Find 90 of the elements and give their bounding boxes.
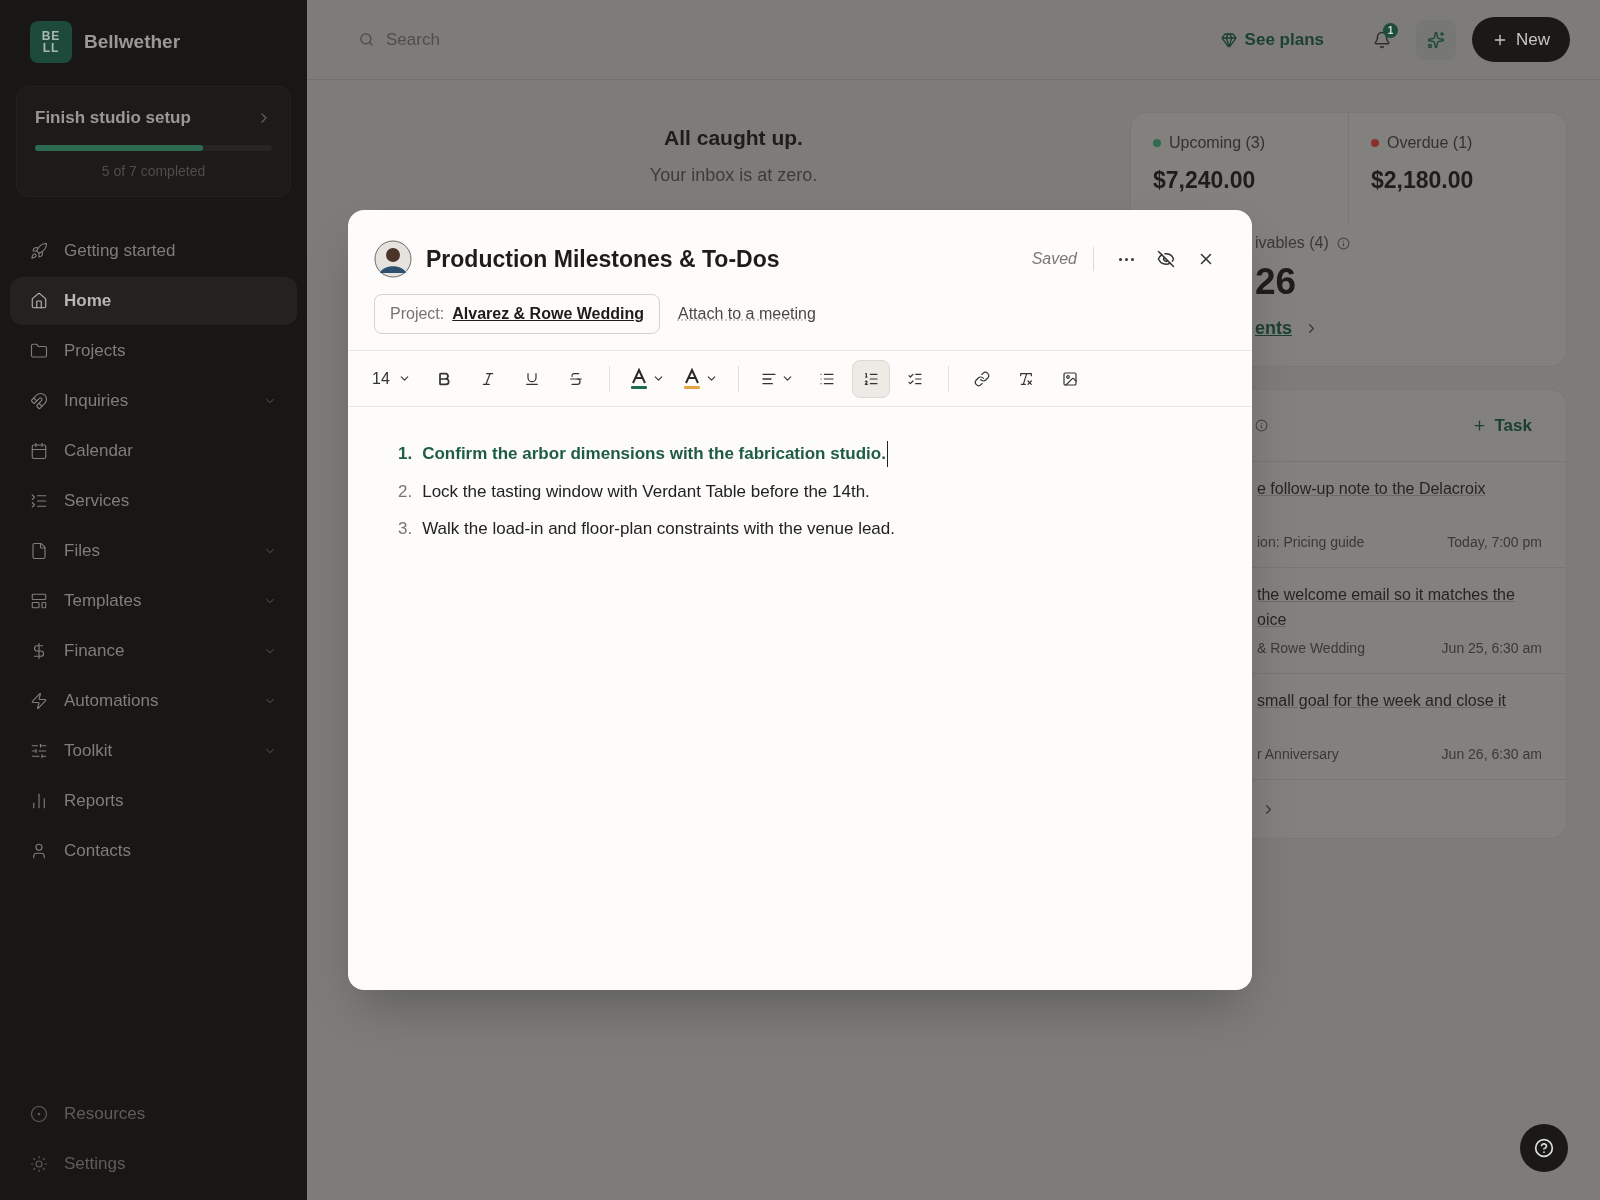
eye-off-icon [1157, 250, 1175, 268]
sparkles-icon [1427, 30, 1445, 49]
nav-item[interactable]: Templates [10, 576, 297, 625]
nav-icon [30, 441, 48, 460]
text-color-icon [629, 367, 648, 390]
nav-item[interactable]: Files [10, 526, 297, 575]
nav-item[interactable]: Projects [10, 326, 297, 375]
stat-label: Upcoming (3) [1169, 133, 1266, 153]
info-icon [1336, 236, 1350, 250]
add-task-button[interactable]: Task [1471, 412, 1532, 439]
task-title: small goal for the week and close it [1257, 691, 1507, 711]
task-title: e follow-up note to the Delacroix [1257, 479, 1487, 499]
text-color-icon [682, 367, 701, 390]
strike-icon [567, 370, 584, 387]
task-title: the welcome email so it matches the [1257, 585, 1516, 605]
nav-icon [30, 1105, 48, 1123]
nav-item[interactable]: Getting started [10, 226, 297, 275]
stat-amount: $7,240.00 [1153, 166, 1257, 195]
receivables-label: ivables (4) [1255, 233, 1329, 253]
stat-amount: $2,180.00 [1371, 166, 1475, 195]
project-label: Project: [390, 304, 445, 324]
nav-item[interactable]: Toolkit [10, 726, 297, 775]
nav-icon [30, 741, 48, 760]
plus-icon [1471, 418, 1487, 433]
list-number: 2. [398, 480, 413, 503]
project-link[interactable]: Alvarez & Rowe Wedding [452, 302, 644, 326]
nav-item[interactable]: Settings [10, 1140, 297, 1188]
link-icon [973, 370, 990, 387]
nav-item[interactable]: Calendar [10, 426, 297, 475]
clear-icon [1017, 370, 1034, 387]
nav-item[interactable]: Reports [10, 776, 297, 825]
attach-meeting-link[interactable]: Attach to a meeting [678, 302, 816, 326]
list-number: 1. [398, 443, 413, 465]
see-plans-link[interactable]: See plans [1220, 26, 1324, 53]
nav-icon [30, 491, 48, 510]
gem-icon [1220, 31, 1237, 48]
nav-icon [30, 541, 48, 560]
logo: BELL [30, 21, 72, 63]
task-due: Jun 26, 6:30 am [1441, 745, 1542, 764]
nav-item[interactable]: Resources [10, 1090, 297, 1138]
numbers-icon [862, 370, 879, 387]
nav-icon [30, 391, 48, 410]
nav-item[interactable]: Inquiries [10, 376, 297, 425]
note-title: Production Milestones & To-Dos [426, 244, 781, 274]
nav-item[interactable]: Home [10, 276, 297, 325]
assistant-button[interactable] [1416, 19, 1456, 60]
image-icon [1061, 370, 1078, 387]
list-item-text: Confirm the arbor dimensions with the fabrication studio. [422, 441, 888, 467]
avatar [374, 240, 412, 278]
nav-icon [30, 241, 48, 260]
nav-icon [30, 341, 48, 360]
task-meta: r Anniversary [1257, 745, 1339, 764]
list-number: 3. [398, 518, 413, 540]
setup-title: Finish studio setup [35, 107, 191, 129]
stat-label: Overdue (1) [1387, 133, 1473, 153]
task-meta: & Rowe Wedding [1257, 639, 1365, 658]
search-icon [359, 32, 374, 47]
more-icon [1118, 257, 1134, 261]
task-title: oice [1257, 610, 1288, 630]
receivables-amount: 26 [1255, 260, 1298, 304]
task-due: Jun 25, 6:30 am [1441, 639, 1542, 658]
nav-item[interactable]: Contacts [10, 826, 297, 875]
nav-item[interactable]: Services [10, 476, 297, 525]
nav-icon [30, 291, 48, 310]
nav-item[interactable]: Finance [10, 626, 297, 675]
help-button[interactable] [1520, 1124, 1568, 1172]
notification-count: 1 [1383, 22, 1398, 38]
font-size-select[interactable]: 14 [372, 366, 419, 391]
nav-item[interactable]: Automations [10, 676, 297, 725]
project-chip[interactable]: Project: Alvarez & Rowe Wedding [374, 294, 660, 334]
notifications-button[interactable]: 1 [1364, 21, 1400, 58]
help-icon [1534, 1138, 1554, 1158]
list-item-text: Walk the load-in and floor-plan constraints with the venue lead. [422, 518, 895, 540]
brand-name: Bellwether [84, 29, 181, 54]
nav-icon [30, 691, 48, 710]
new-button[interactable]: New [1472, 17, 1570, 62]
info-icon [1255, 419, 1268, 432]
save-status: Saved [1031, 247, 1094, 271]
list-item-text: Lock the tasting window with Verdant Table before the 14th. [422, 480, 870, 503]
task-meta: ion: Pricing guide [1257, 533, 1365, 552]
payments-link[interactable]: ents [1255, 315, 1292, 342]
nav-icon [30, 841, 48, 860]
task-due: Today, 7:00 pm [1447, 533, 1542, 552]
inbox-title: All caught up. [664, 125, 803, 151]
nav-icon [30, 791, 48, 810]
underline-icon [523, 370, 540, 387]
nav-icon [30, 591, 48, 610]
numbers-button[interactable] [851, 359, 890, 398]
nav-icon [30, 1155, 48, 1173]
inbox-subtitle: Your inbox is at zero. [649, 163, 818, 187]
